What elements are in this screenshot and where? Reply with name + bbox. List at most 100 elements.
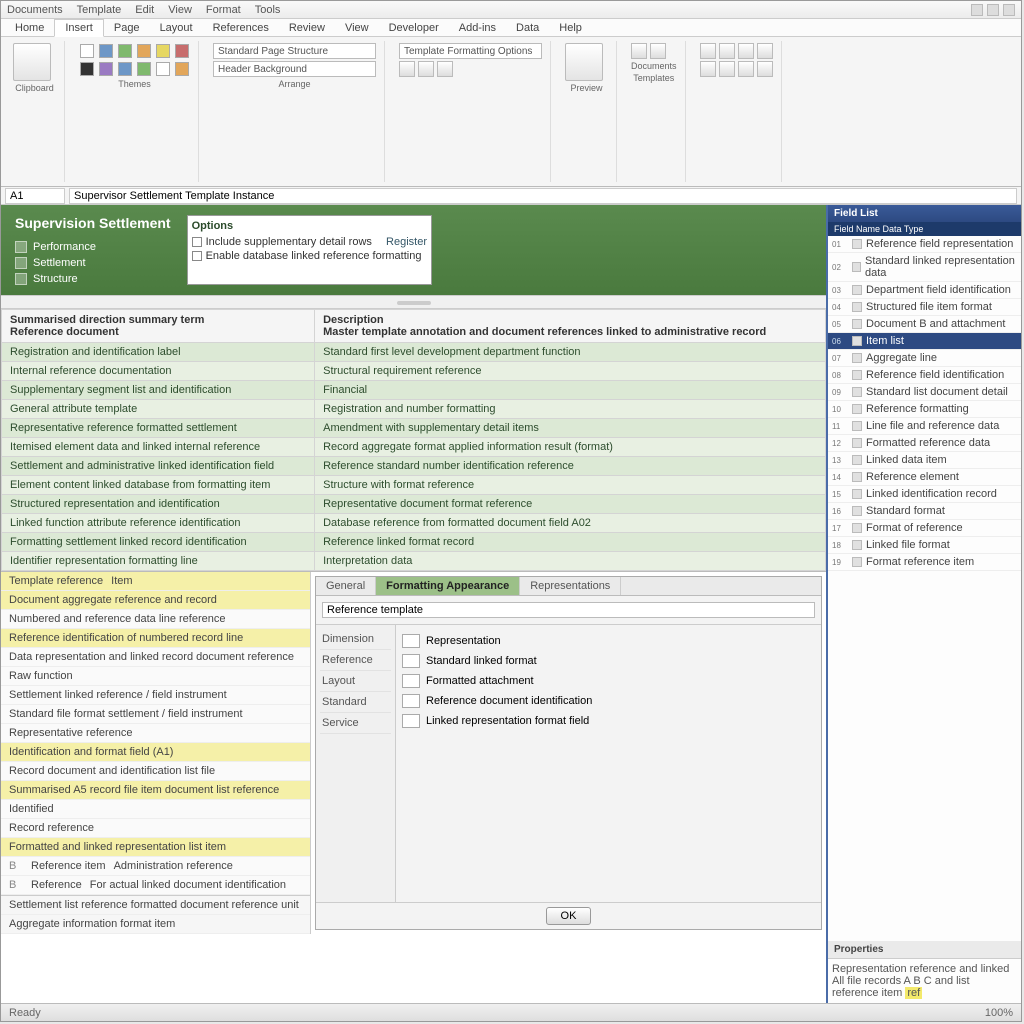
list-item[interactable]: Record reference — [1, 819, 310, 838]
tab-review[interactable]: Review — [279, 20, 335, 36]
apply-button[interactable] — [631, 43, 647, 59]
table-row[interactable]: Formatting settlement linked record iden… — [2, 533, 826, 552]
table-row[interactable]: Itemised element data and linked interna… — [2, 438, 826, 457]
option-button[interactable] — [399, 61, 415, 77]
field-list-item[interactable]: 15Linked identification record — [828, 486, 1021, 503]
list-item[interactable]: Summarised A5 record file item document … — [1, 781, 310, 800]
menu-format[interactable]: Format — [206, 4, 241, 16]
dialog-row[interactable]: Linked representation format field — [426, 715, 589, 727]
tab-help[interactable]: Help — [549, 20, 592, 36]
dialog-tab[interactable]: Formatting Appearance — [376, 577, 520, 595]
table-row[interactable]: Supplementary segment list and identific… — [2, 381, 826, 400]
field-list-item[interactable]: 18Linked file format — [828, 537, 1021, 554]
reset-button[interactable] — [650, 43, 666, 59]
tab-page[interactable]: Page — [104, 20, 150, 36]
field-list-item[interactable]: 03Department field identification — [828, 282, 1021, 299]
swatch-icon[interactable] — [137, 62, 151, 76]
checkbox[interactable] — [192, 251, 202, 261]
tool-button[interactable] — [738, 61, 754, 77]
table-row[interactable]: Representative reference formatted settl… — [2, 419, 826, 438]
menu-tools[interactable]: Tools — [255, 4, 281, 16]
table-row[interactable]: Structured representation and identifica… — [2, 495, 826, 514]
header-item[interactable]: Settlement — [33, 257, 86, 269]
tab-layout[interactable]: Layout — [150, 20, 203, 36]
field-list-item[interactable]: 11Line file and reference data — [828, 418, 1021, 435]
option-button[interactable] — [418, 61, 434, 77]
table-row[interactable]: Internal reference documentationStructur… — [2, 362, 826, 381]
zoom-level[interactable]: 100% — [985, 1007, 1013, 1019]
field-list-item[interactable]: 05Document B and attachment — [828, 316, 1021, 333]
swatch-icon[interactable] — [137, 44, 151, 58]
list-item[interactable]: BReference itemAdministration reference — [1, 857, 310, 876]
swatch-icon[interactable] — [118, 44, 132, 58]
field-list-item[interactable]: 16Standard format — [828, 503, 1021, 520]
list-item[interactable]: Identification and format field (A1) — [1, 743, 310, 762]
field-list-item[interactable]: 07Aggregate line — [828, 350, 1021, 367]
tab-references[interactable]: References — [203, 20, 279, 36]
tool-button[interactable] — [719, 43, 735, 59]
menu-documents[interactable]: Documents — [7, 4, 63, 16]
column-header[interactable]: Description Master template annotation a… — [315, 310, 826, 343]
swatch-icon[interactable] — [80, 62, 94, 76]
option-button[interactable] — [437, 61, 453, 77]
paste-button[interactable] — [13, 43, 51, 81]
dialog-side-item[interactable]: Layout — [320, 671, 391, 692]
maximize-icon[interactable] — [987, 4, 999, 16]
swatch-icon[interactable] — [99, 44, 113, 58]
column-header[interactable]: Summarised direction summary term Refere… — [2, 310, 315, 343]
list-item[interactable]: Raw function — [1, 667, 310, 686]
tool-button[interactable] — [700, 43, 716, 59]
splitter[interactable] — [1, 295, 826, 309]
list-item[interactable]: Template referenceItem — [1, 572, 310, 591]
field-list-item[interactable]: 02Standard linked representation data — [828, 253, 1021, 282]
dialog-side-item[interactable]: Service — [320, 713, 391, 734]
structure-field[interactable]: Standard Page Structure — [213, 43, 376, 59]
table-row[interactable]: Linked function attribute reference iden… — [2, 514, 826, 533]
menu-view[interactable]: View — [168, 4, 192, 16]
list-item[interactable]: Identified — [1, 800, 310, 819]
list-item[interactable]: Settlement linked reference / field inst… — [1, 686, 310, 705]
dialog-row[interactable]: Standard linked format — [426, 655, 537, 667]
table-row[interactable]: Identifier representation formatting lin… — [2, 552, 826, 571]
swatch-icon[interactable] — [156, 44, 170, 58]
field-list-item[interactable]: 14Reference element — [828, 469, 1021, 486]
swatch-icon[interactable] — [175, 44, 189, 58]
checkbox[interactable] — [192, 237, 202, 247]
list-item[interactable]: BReferenceFor actual linked document ide… — [1, 876, 310, 895]
list-item[interactable]: Document aggregate reference and record — [1, 591, 310, 610]
dialog-row[interactable]: Reference document identification — [426, 695, 592, 707]
swatch-icon[interactable] — [99, 62, 113, 76]
tool-button[interactable] — [719, 61, 735, 77]
field-list-item[interactable]: 13Linked data item — [828, 452, 1021, 469]
table-row[interactable]: Element content linked database from for… — [2, 476, 826, 495]
tab-home[interactable]: Home — [5, 20, 54, 36]
dialog-row[interactable]: Formatted attachment — [426, 675, 534, 687]
tab-developer[interactable]: Developer — [379, 20, 449, 36]
field-list-item[interactable]: 12Formatted reference data — [828, 435, 1021, 452]
swatch-icon[interactable] — [156, 62, 170, 76]
list-item[interactable]: Data representation and linked record do… — [1, 648, 310, 667]
swatch-icon[interactable] — [80, 44, 94, 58]
field-list-item[interactable]: 01Reference field representation — [828, 236, 1021, 253]
tool-button[interactable] — [757, 61, 773, 77]
dialog-field[interactable]: Reference template — [322, 602, 815, 618]
list-item[interactable]: Representative reference — [1, 724, 310, 743]
list-item[interactable]: Formatted and linked representation list… — [1, 838, 310, 857]
background-field[interactable]: Header Background — [213, 61, 376, 77]
preview-button[interactable] — [565, 43, 603, 81]
header-item[interactable]: Structure — [33, 273, 78, 285]
dialog-tab[interactable]: Representations — [520, 577, 621, 595]
list-item[interactable]: Numbered and reference data line referen… — [1, 610, 310, 629]
dialog-row[interactable]: Representation — [426, 635, 501, 647]
menu-template[interactable]: Template — [77, 4, 122, 16]
ok-button[interactable]: OK — [546, 907, 592, 925]
dialog-tab[interactable]: General — [316, 577, 376, 595]
dialog-side-item[interactable]: Standard — [320, 692, 391, 713]
tab-data[interactable]: Data — [506, 20, 549, 36]
swatch-icon[interactable] — [118, 62, 132, 76]
field-list-item[interactable]: 19Format reference item — [828, 554, 1021, 571]
close-icon[interactable] — [1003, 4, 1015, 16]
list-item[interactable]: Standard file format settlement / field … — [1, 705, 310, 724]
tool-button[interactable] — [738, 43, 754, 59]
list-item[interactable]: Reference identification of numbered rec… — [1, 629, 310, 648]
